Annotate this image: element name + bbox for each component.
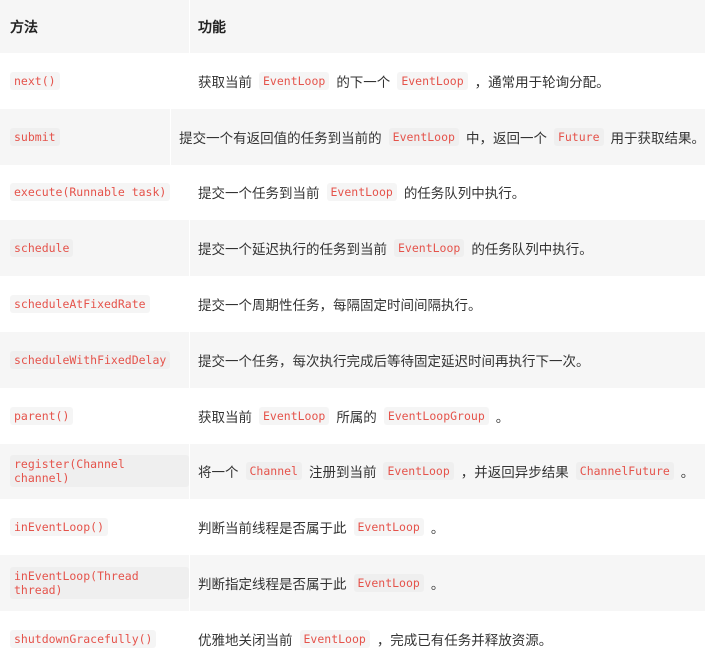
method-name: schedule [10,239,74,258]
table-row: scheduleWithFixedDelay 提交一个任务，每次执行完成后等待固定… [0,331,705,388]
inline-code: Future [553,127,604,146]
inline-code: EventLoop [394,239,465,258]
table-row: inEventLoop() 判断当前线程是否属于此 EventLoop 。 [0,499,705,556]
method-name: inEventLoop(Thread thread) [10,567,189,600]
description-cell: 提交一个延迟执行的任务到当前 EventLoop 的任务队列中执行。 [190,220,705,276]
description-text: 中，返回一个 [465,130,547,147]
method-name: shutdownGracefully() [10,629,157,648]
method-name: inEventLoop() [10,518,109,537]
table-row: inEventLoop(Thread thread) 判断指定线程是否属于此 Eve… [0,555,705,611]
inline-code: ChannelFuture [575,462,674,481]
header-method: 方法 [0,0,190,53]
description-text: 。 [430,577,445,594]
inline-code: EventLoop [299,629,370,648]
description-text: 判断当前线程是否属于此 [198,521,347,538]
description-text: 注册到当前 [308,465,377,482]
description-text: 将一个 [198,465,239,482]
method-cell: submit [0,108,172,165]
description-text: 优雅地关闭当前 [198,632,293,649]
table-row: next() 获取当前 EventLoop 的下一个 EventLoop ，通常用于轮询分… [0,53,705,109]
description-cell: 提交一个有返回值的任务到当前的 EventLoop 中，返回一个 Future 用于获取… [171,109,705,165]
inline-code: EventLoop [397,71,468,90]
description-text: 判断指定线程是否属于此 [198,577,347,594]
table-row: shutdownGracefully() 优雅地关闭当前 EventLoop ，完成已… [0,610,705,667]
inline-code: EventLoop [353,574,424,593]
method-name: submit [10,127,60,146]
description-text: 获取当前 [198,409,252,426]
method-cell: shutdownGracefully() [0,610,190,667]
method-name: scheduleAtFixedRate [10,295,150,314]
description-text: 用于获取结果。 [610,130,705,147]
description-cell: 判断指定线程是否属于此 EventLoop 。 [190,555,705,611]
description-text: 提交一个任务到当前 [198,186,320,203]
description-text: 。 [495,409,510,426]
table-row: execute(Runnable task) 提交一个任务到当前 EventLoop… [0,164,705,221]
method-cell: execute(Runnable task) [0,164,190,221]
description-cell: 获取当前 EventLoop 的下一个 EventLoop ，通常用于轮询分配。 [190,53,705,109]
method-name: scheduleWithFixedDelay [10,350,171,369]
method-name: parent() [10,406,74,425]
description-text: ，并返回异步结果 [460,465,569,482]
description-cell: 提交一个任务，每次执行完成后等待固定延迟时间再执行下一次。 [190,332,705,388]
description-cell: 判断当前线程是否属于此 EventLoop 。 [190,499,705,555]
table-body: next() 获取当前 EventLoop 的下一个 EventLoop ，通常用于轮询分… [0,53,705,667]
table-row: submit 提交一个有返回值的任务到当前的 EventLoop 中，返回一个 Futu… [0,108,705,165]
method-cell: inEventLoop(Thread thread) [0,555,190,611]
inline-code: EventLoop [326,183,397,202]
description-cell: 提交一个任务到当前 EventLoop 的任务队列中执行。 [190,165,705,221]
description-text: 提交一个有返回值的任务到当前的 [179,130,382,147]
inline-code: EventLoopGroup [383,406,489,425]
method-cell: scheduleAtFixedRate [0,276,190,332]
inline-code: EventLoop [259,406,330,425]
description-text: ，完成已有任务并释放资源。 [376,632,553,649]
method-name: register(Channel channel) [10,455,189,488]
method-cell: schedule [0,220,190,277]
description-cell: 将一个 Channel 注册到当前 EventLoop ，并返回异步结果 ChannelF… [190,444,705,500]
description-text: 所属的 [336,409,377,426]
description-text: 提交一个任务，每次执行完成后等待固定延迟时间再执行下一次。 [198,353,590,370]
header-function: 功能 [198,19,226,36]
methods-table: 方法 功能 next() 获取当前 EventLoop 的下一个 EventLoop ，通… [0,0,705,667]
description-cell: 提交一个周期性任务，每隔固定时间间隔执行。 [190,276,705,332]
description-text: 的任务队列中执行。 [471,242,593,259]
table-row: register(Channel channel) 将一个 Channel 注册到当前… [0,443,705,500]
method-cell: scheduleWithFixedDelay [0,331,190,388]
method-cell: inEventLoop() [0,499,190,556]
description-text: 获取当前 [198,74,252,91]
description-text: 提交一个周期性任务，每隔固定时间间隔执行。 [198,298,482,315]
method-cell: next() [0,53,190,109]
table-header-row: 方法 功能 [0,0,705,53]
table-row: scheduleAtFixedRate 提交一个周期性任务，每隔固定时间间隔执行。 [0,276,705,332]
inline-code: EventLoop [388,127,459,146]
description-text: 的下一个 [336,74,391,91]
method-cell: parent() [0,387,190,444]
inline-code: EventLoop [353,518,424,537]
description-cell: 优雅地关闭当前 EventLoop ，完成已有任务并释放资源。 [190,611,705,667]
inline-code: EventLoop [383,462,454,481]
inline-code: Channel [245,462,302,481]
method-name: next() [10,71,60,90]
table-row: parent() 获取当前 EventLoop 所属的 EventLoopGroup 。 [0,387,705,444]
description-text: 的任务队列中执行。 [403,186,526,203]
method-name: execute(Runnable task) [10,183,171,202]
description-text: ，通常用于轮询分配。 [474,74,610,91]
description-text: 。 [430,521,445,538]
method-cell: register(Channel channel) [0,443,190,500]
description-text: 提交一个延迟执行的任务到当前 [198,242,387,259]
inline-code: EventLoop [259,71,330,90]
description-text: 。 [680,465,695,482]
table-row: schedule 提交一个延迟执行的任务到当前 EventLoop 的任务队列中执行。 [0,220,705,277]
description-cell: 获取当前 EventLoop 所属的 EventLoopGroup 。 [190,388,705,444]
